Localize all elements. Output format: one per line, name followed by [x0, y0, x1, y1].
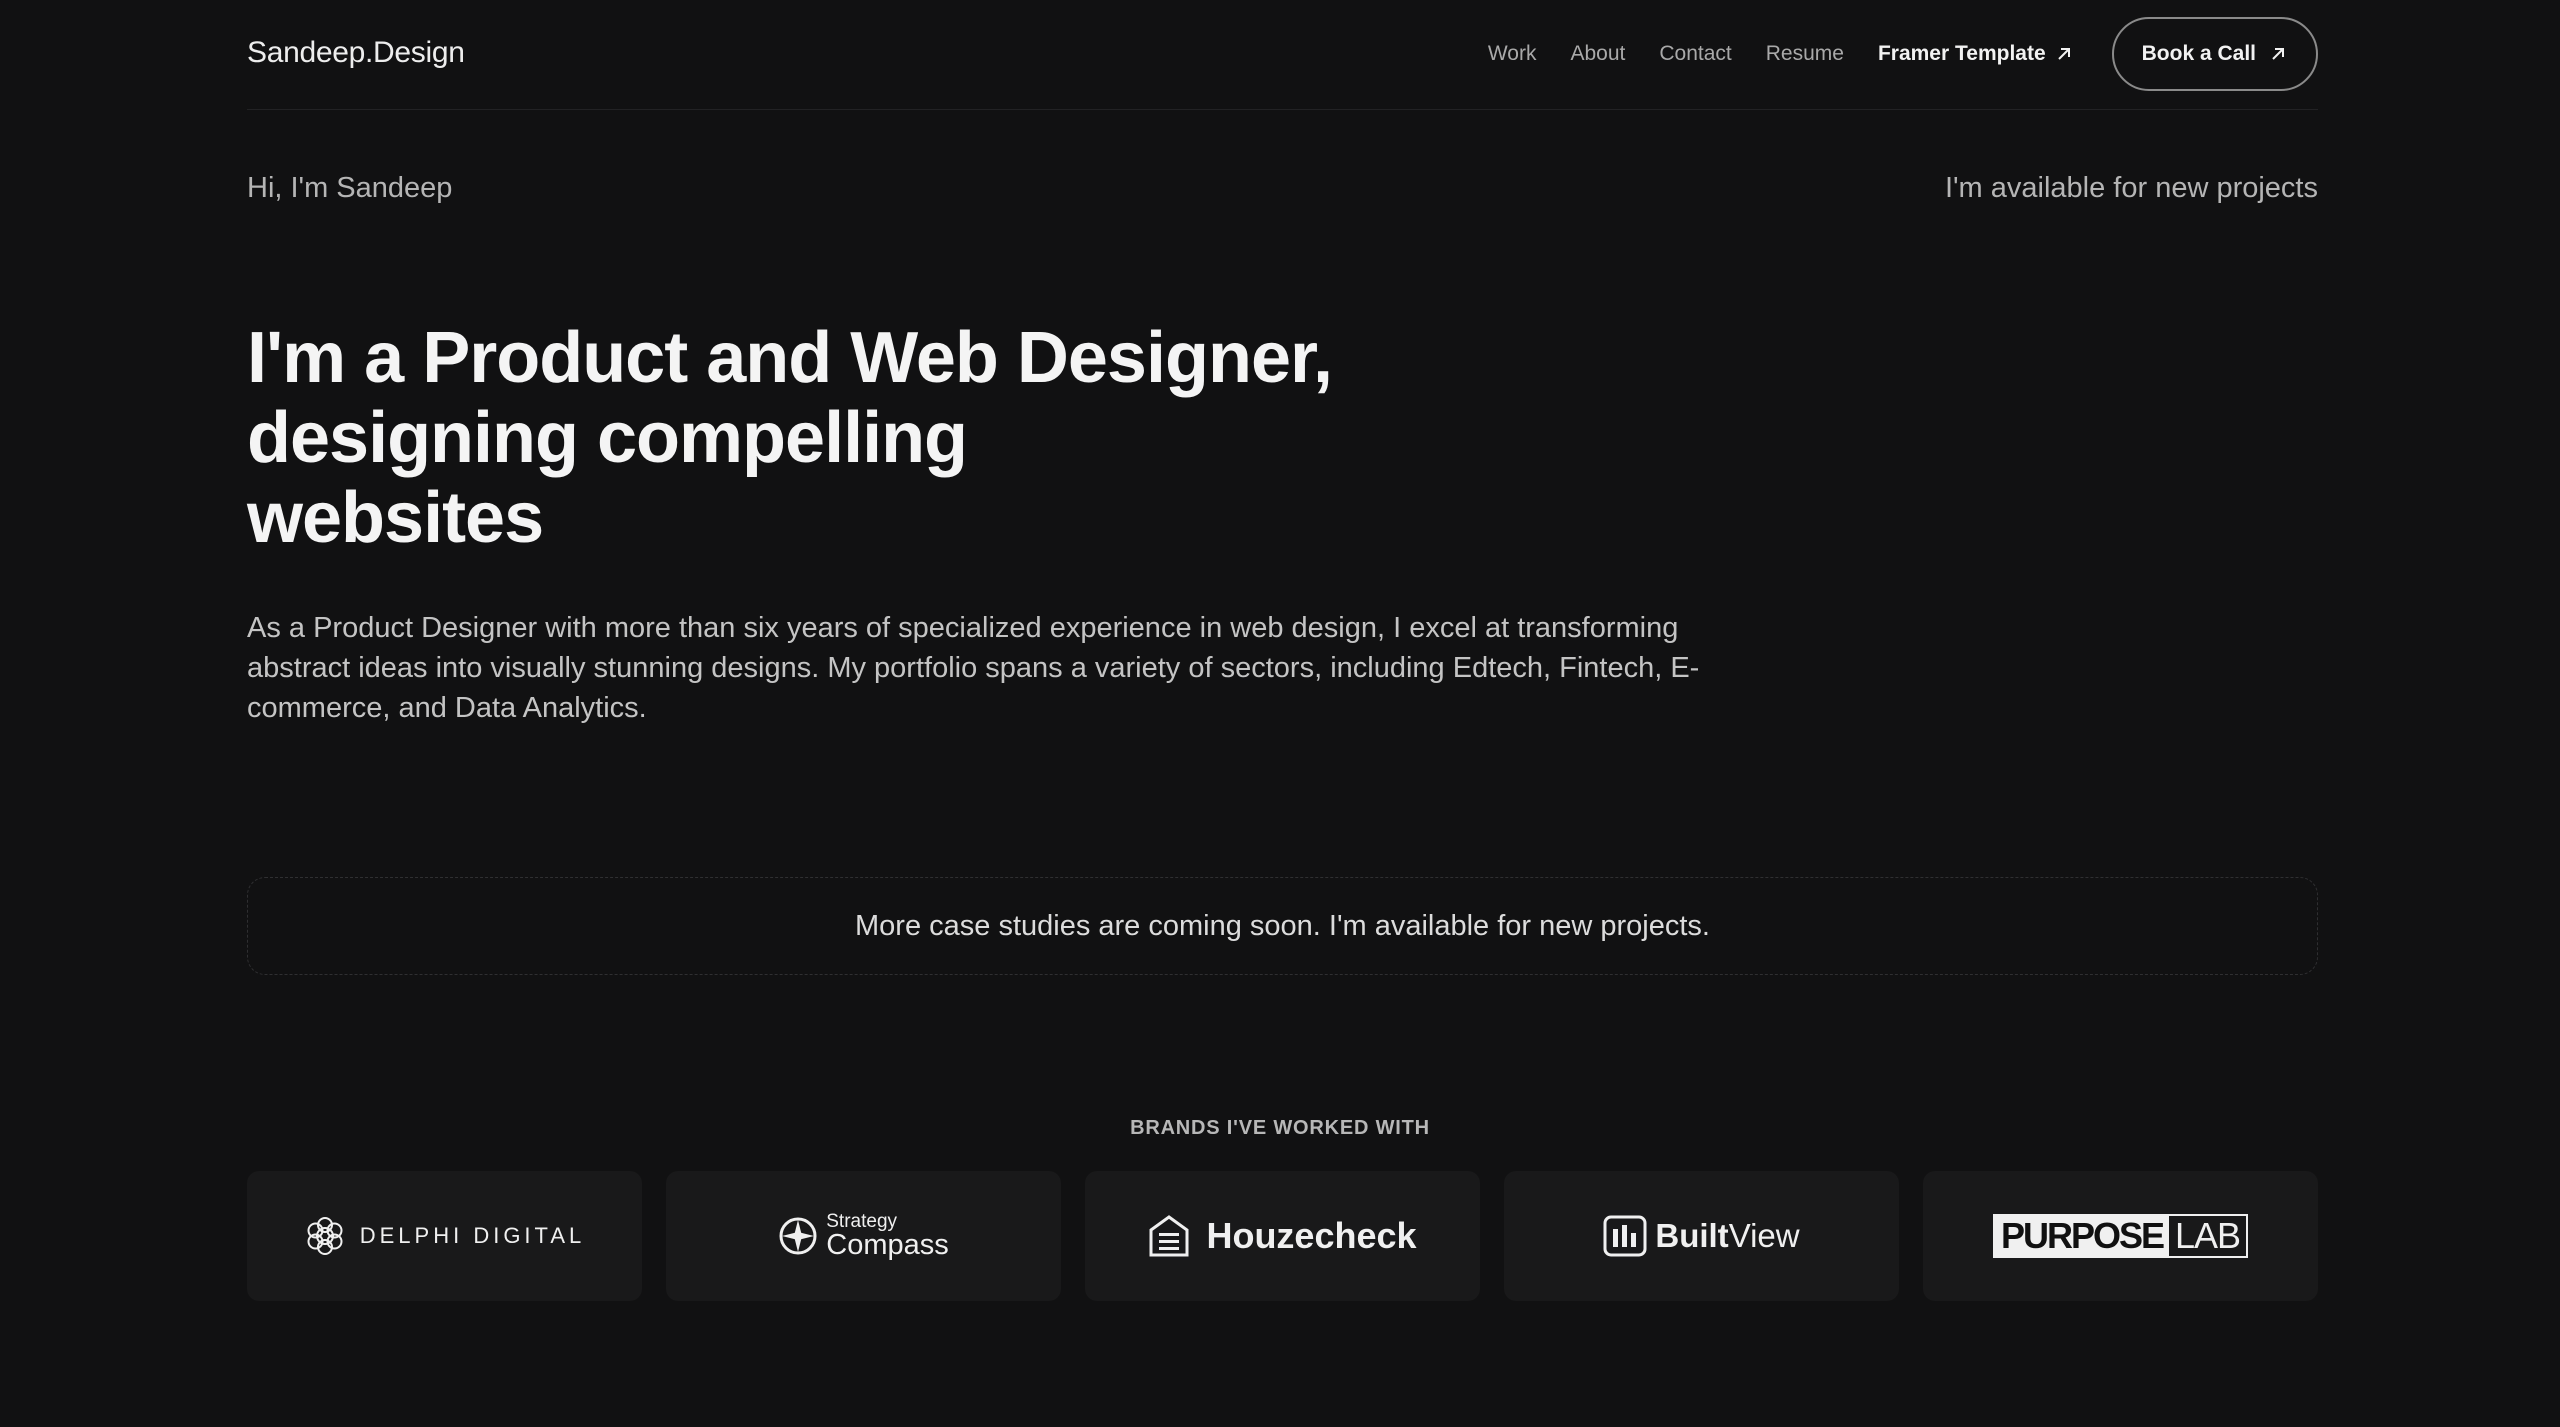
hero-title-line-1: I'm a Product and Web Designer,	[247, 318, 1333, 398]
brand-purpose-lab-logo: PURPOSE LAB	[1992, 1214, 2249, 1258]
brand-card-builtview: BuiltView	[1504, 1171, 1899, 1301]
nav-contact[interactable]: Contact	[1659, 42, 1731, 66]
brand-purpose-part2: LAB	[2175, 1215, 2241, 1256]
brand-card-purpose-lab: PURPOSE LAB	[1923, 1171, 2318, 1301]
brands-heading: BRANDS I'VE WORKED WITH	[1130, 1117, 1430, 1139]
portfolio-page: Sandeep.Design Work About Contact Resume…	[0, 0, 2560, 1427]
arrow-up-right-icon	[2057, 48, 2070, 60]
house-logo-icon	[1149, 1215, 1189, 1257]
brand-builtview-name: BuiltView	[1655, 1217, 1799, 1255]
builtview-logo-icon	[1603, 1215, 1647, 1257]
hero-title: I'm a Product and Web Designer, designin…	[247, 318, 1447, 558]
hero-title-line-2: designing compelling	[247, 398, 968, 478]
delphi-logo-icon	[307, 1217, 343, 1255]
case-studies-notice: More case studies are coming soon. I'm a…	[247, 877, 2318, 975]
main-nav: Work About Contact Resume Framer Templat…	[1488, 17, 2318, 91]
site-header: Sandeep.Design Work About Contact Resume…	[247, 0, 2318, 110]
brands-row: DELPHI DIGITAL Strategy Compass Houzeche…	[247, 1171, 2318, 1301]
hero-description: As a Product Designer with more than six…	[247, 612, 1700, 724]
site-logo[interactable]: Sandeep.Design	[247, 36, 465, 70]
brand-builtview-part1: Built	[1655, 1217, 1729, 1254]
greeting-text: Hi, I'm Sandeep	[247, 172, 453, 204]
book-call-label: Book a Call	[2141, 42, 2256, 65]
brand-card-strategy-compass: Strategy Compass	[666, 1171, 1061, 1301]
hero-title-line-3: websites	[247, 478, 544, 558]
compass-logo-icon	[779, 1217, 817, 1255]
notice-text: More case studies are coming soon. I'm a…	[855, 909, 1710, 942]
nav-framer-template[interactable]: Framer Template	[1878, 42, 2072, 66]
availability-text: I'm available for new projects	[1944, 172, 2318, 204]
brand-compass-bottom: Compass	[826, 1229, 949, 1261]
arrow-up-right-icon	[2272, 48, 2284, 60]
brand-purpose-part1: PURPOSE	[1994, 1215, 2169, 1256]
framer-template-label: Framer Template	[1877, 42, 2046, 65]
brand-card-delphi: DELPHI DIGITAL	[247, 1171, 642, 1301]
brand-card-houzecheck: Houzecheck	[1085, 1171, 1480, 1301]
nav-resume[interactable]: Resume	[1766, 42, 1844, 66]
brand-builtview-part2: View	[1728, 1217, 1800, 1254]
nav-work[interactable]: Work	[1488, 42, 1537, 66]
brand-houzecheck-name: Houzecheck	[1206, 1215, 1417, 1256]
brand-delphi-name: DELPHI DIGITAL	[359, 1223, 586, 1248]
book-call-button[interactable]: Book a Call	[2111, 17, 2318, 91]
nav-about[interactable]: About	[1570, 42, 1625, 66]
brand-compass-name: Strategy Compass	[826, 1212, 949, 1260]
